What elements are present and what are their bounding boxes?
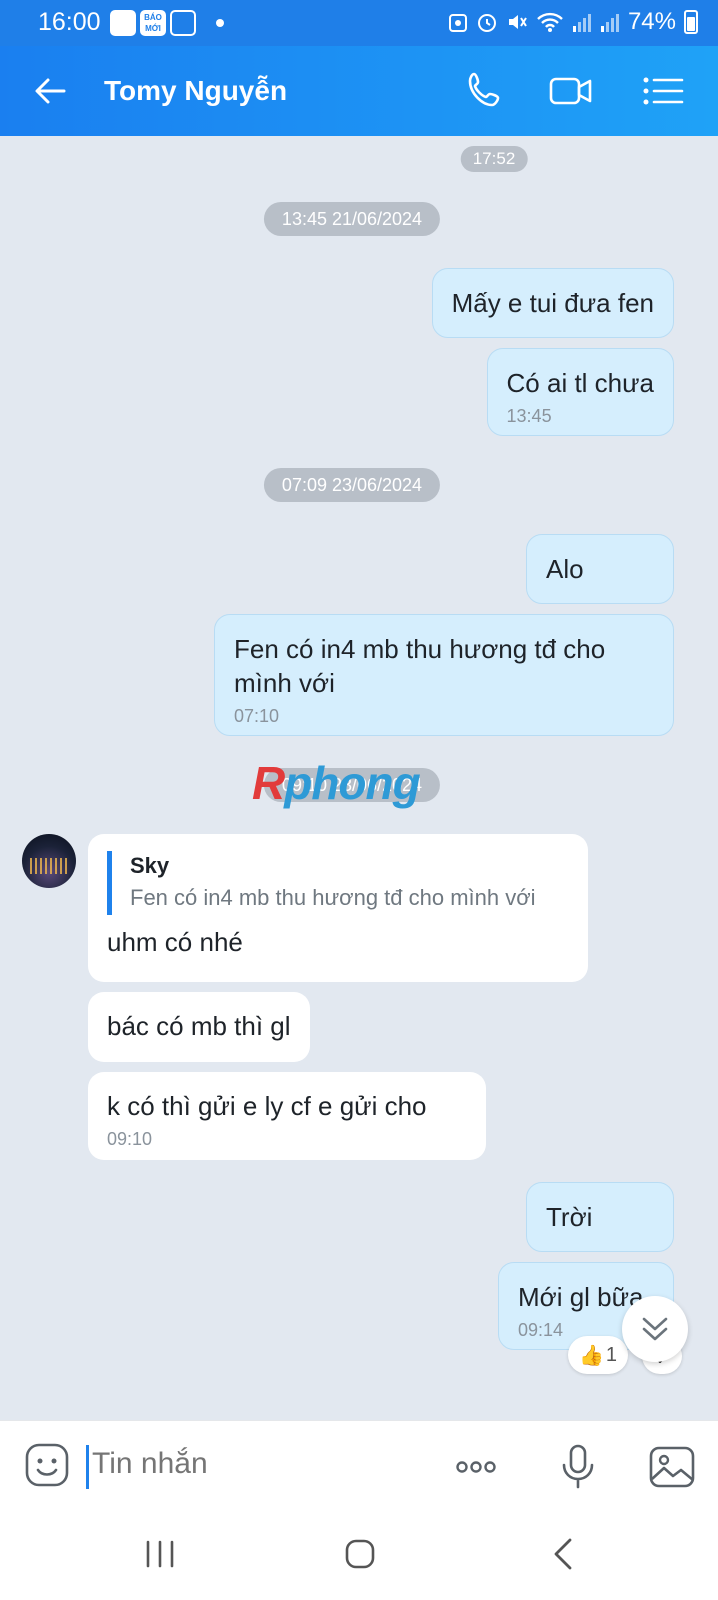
message-composer [0, 1420, 718, 1512]
message-text: Fen có in4 mb thu hương tđ cho mình với [234, 634, 606, 698]
home-icon[interactable] [340, 1534, 380, 1574]
reply-quote[interactable]: Sky Fen có in4 mb thu hương tđ cho mình … [107, 851, 569, 915]
video-call-icon[interactable] [548, 68, 594, 114]
message-outgoing[interactable]: Có ai tl chưa 13:45 [486, 348, 674, 436]
reply-text: Fen có in4 mb thu hương tđ cho mình với [130, 885, 536, 910]
message-outgoing[interactable]: Fen có in4 mb thu hương tđ cho mình với … [214, 614, 674, 736]
double-chevron-down-icon [642, 1317, 668, 1341]
message-list[interactable]: 17:52 13:45 21/06/2024 Mấy e tui đưa fen… [0, 136, 718, 1420]
avatar[interactable] [22, 834, 76, 888]
message-text: Trời [546, 1202, 593, 1232]
watermark-logo: Rphong [252, 757, 421, 809]
contact-name[interactable]: Tomy Nguyễn [104, 75, 287, 107]
reaction-badge[interactable]: 👍 1 [568, 1336, 628, 1374]
back-nav-icon[interactable] [544, 1534, 584, 1574]
system-nav-bar [0, 1512, 718, 1600]
reaction-count: 1 [605, 1343, 618, 1366]
emoji-icon[interactable] [24, 1442, 70, 1488]
message-timestamp: 13:45 [506, 406, 552, 426]
thumbs-up-icon: 👍 [578, 1344, 604, 1367]
time-divider: 17:52 [460, 146, 528, 172]
chat-header: Tomy Nguyễn [0, 46, 718, 136]
message-incoming[interactable]: Sky Fen có in4 mb thu hương tđ cho mình … [88, 834, 588, 982]
message-text: uhm có nhé [107, 927, 243, 957]
message-text: Có ai tl chưa [506, 368, 654, 398]
reply-author: Sky [130, 853, 170, 878]
message-outgoing[interactable]: Mấy e tui đưa fen [431, 268, 674, 338]
signal-icon-2 [600, 14, 619, 32]
phone-icon[interactable] [462, 68, 508, 114]
baomoi-app-icon: BÁO MỚI [140, 10, 166, 36]
message-outgoing[interactable]: Trời [526, 1182, 674, 1252]
message-timestamp: 09:10 [107, 1129, 153, 1149]
nfc-icon [448, 14, 467, 32]
more-icon[interactable] [452, 1443, 500, 1491]
message-input[interactable] [92, 1447, 432, 1481]
microphone-icon[interactable] [554, 1443, 602, 1491]
image-icon[interactable] [648, 1443, 696, 1491]
alarm-icon [477, 14, 496, 32]
message-text: Mấy e tui đưa fen [451, 288, 654, 318]
battery-icon [684, 10, 698, 34]
message-text: bác có mb thì gl [107, 1011, 291, 1041]
message-incoming[interactable]: bác có mb thì gl [88, 992, 310, 1062]
back-arrow-icon[interactable] [30, 71, 70, 111]
recent-apps-icon[interactable] [140, 1534, 180, 1574]
vpn-app-icon [170, 10, 196, 36]
status-time: 16:00 [38, 8, 101, 36]
message-incoming[interactable]: k có thì gửi e ly cf e gửi cho 09:10 [88, 1072, 486, 1160]
message-outgoing[interactable]: Alo [526, 534, 674, 604]
wifi-icon [537, 12, 563, 32]
signal-icon [572, 14, 591, 32]
scroll-to-bottom-button[interactable] [622, 1296, 688, 1362]
date-divider: 13:45 21/06/2024 [263, 202, 441, 236]
notification-dot-icon [216, 19, 224, 27]
message-text: k có thì gửi e ly cf e gửi cho [107, 1091, 427, 1121]
text-caret [86, 1445, 89, 1489]
date-divider: 07:09 23/06/2024 [263, 468, 441, 502]
message-timestamp: 07:10 [234, 706, 280, 726]
app-notification-icon [110, 10, 136, 36]
menu-list-icon[interactable] [640, 68, 686, 114]
message-text: Alo [546, 554, 584, 584]
mute-icon [508, 15, 527, 29]
battery-percent: 74% [627, 8, 676, 35]
status-bar: 16:00 BÁO MỚI 74% [0, 0, 718, 46]
